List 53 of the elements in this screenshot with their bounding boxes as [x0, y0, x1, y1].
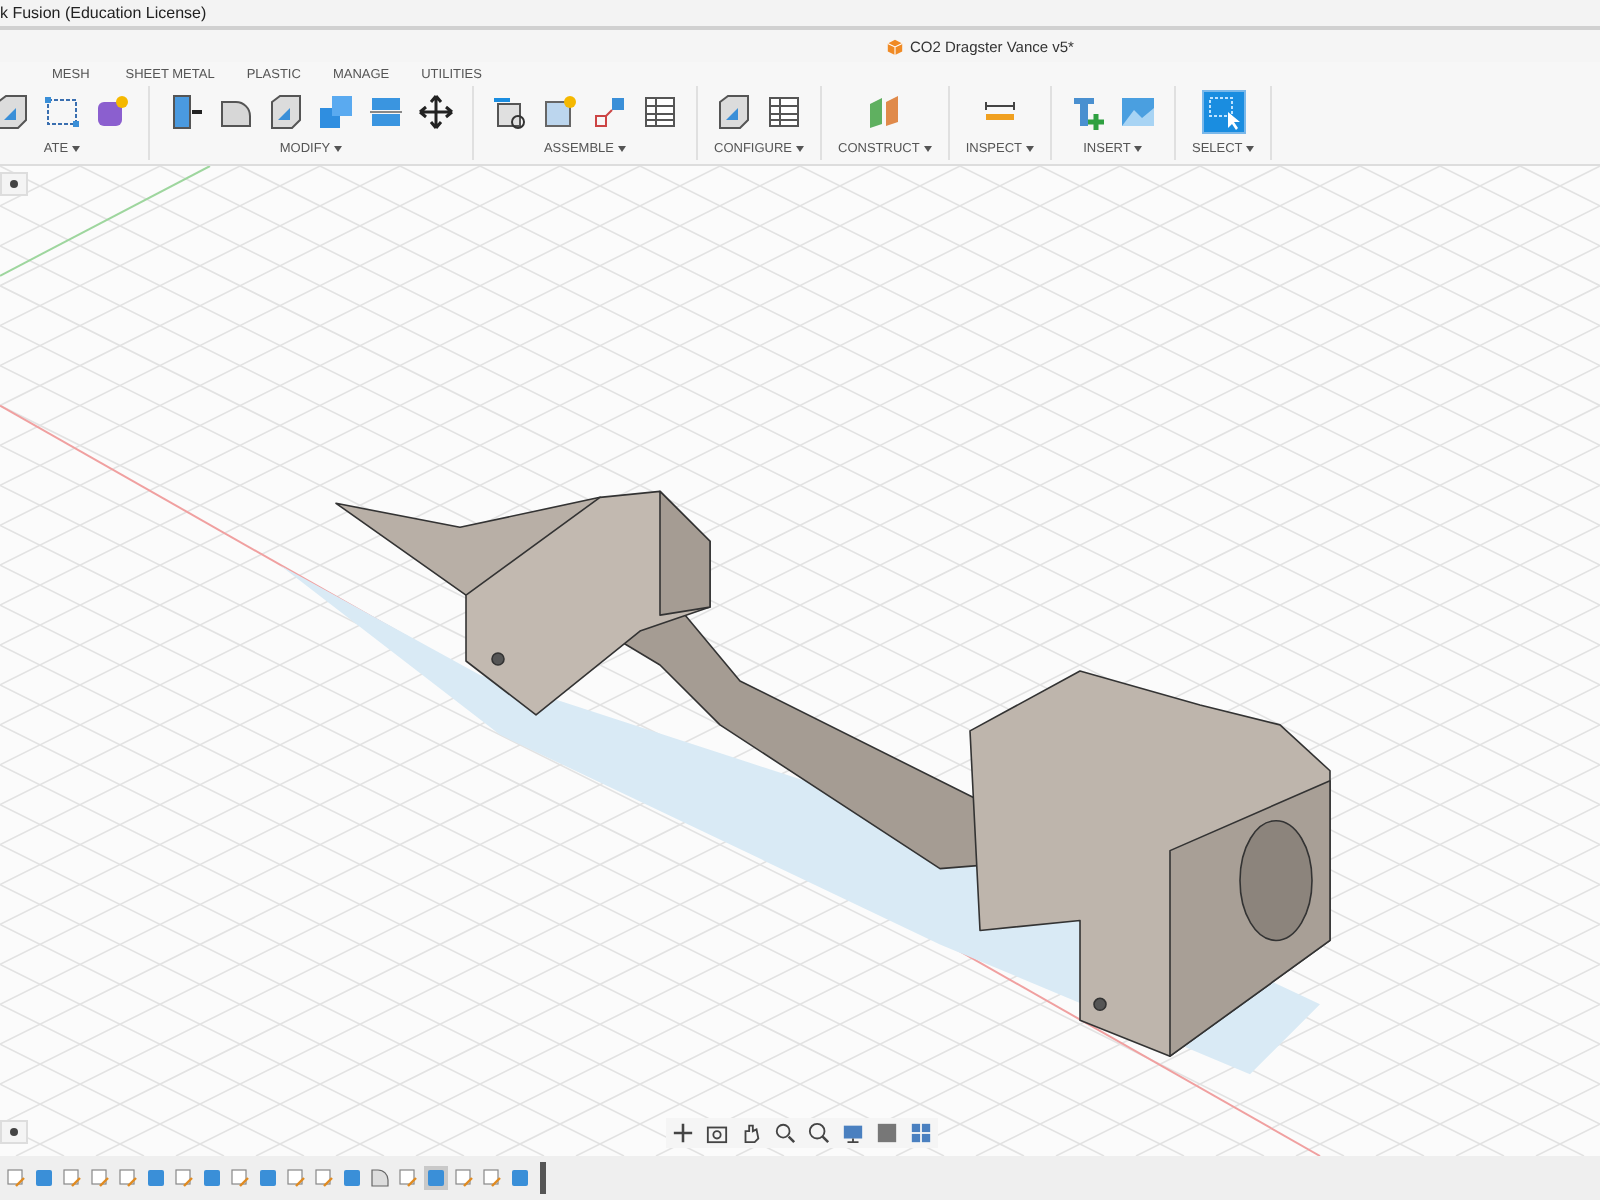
layers-icon[interactable]: [366, 92, 406, 132]
body-feature-icon[interactable]: [144, 1166, 168, 1190]
sketch-feature-icon[interactable]: [228, 1166, 252, 1190]
sketch-feature-icon[interactable]: [116, 1166, 140, 1190]
timeline-marker-icon[interactable]: [540, 1162, 546, 1194]
cube-icon[interactable]: [714, 92, 754, 132]
box-icon[interactable]: [0, 92, 32, 132]
caret-icon: [1025, 146, 1034, 152]
sketch-feature-icon[interactable]: [60, 1166, 84, 1190]
sketch-feature-icon[interactable]: [312, 1166, 336, 1190]
sketch-feature-icon[interactable]: [284, 1166, 308, 1190]
body-feature-icon[interactable]: [508, 1166, 532, 1190]
hand-icon[interactable]: [740, 1122, 762, 1144]
select-icon[interactable]: [1203, 92, 1244, 132]
link-icon[interactable]: [590, 92, 630, 132]
body-feature-icon[interactable]: [256, 1166, 280, 1190]
sketch-feature-icon[interactable]: [480, 1166, 504, 1190]
settings-button[interactable]: [0, 1120, 28, 1144]
caret-icon: [618, 146, 627, 152]
window-title: k Fusion (Education License): [0, 4, 207, 22]
joint-icon[interactable]: [490, 92, 530, 132]
camera-icon[interactable]: [706, 1122, 728, 1144]
sketch-feature-icon[interactable]: [452, 1166, 476, 1190]
zoom-fit-icon[interactable]: [808, 1122, 830, 1144]
sketch-feature-icon[interactable]: [4, 1166, 28, 1190]
caret-icon: [1246, 146, 1255, 152]
caret-icon: [1134, 146, 1143, 152]
table-icon[interactable]: [764, 92, 804, 132]
move-icon[interactable]: [416, 92, 456, 132]
fillet-feature-icon[interactable]: [368, 1166, 392, 1190]
form-icon[interactable]: [92, 92, 132, 132]
sketch-feature-icon[interactable]: [88, 1166, 112, 1190]
body-feature-icon[interactable]: [340, 1166, 364, 1190]
settings-button[interactable]: [0, 172, 28, 196]
cube-icon: [886, 37, 904, 55]
caret-icon: [334, 146, 343, 152]
display-icon[interactable]: [842, 1122, 864, 1144]
zoom-icon[interactable]: [774, 1122, 796, 1144]
body-feature-icon[interactable]: [32, 1166, 56, 1190]
sketch-icon[interactable]: [42, 92, 82, 132]
caret-icon: [72, 146, 81, 152]
component-icon[interactable]: [540, 92, 580, 132]
body-feature-icon[interactable]: [424, 1166, 448, 1190]
body-feature-icon[interactable]: [200, 1166, 224, 1190]
orbit-icon[interactable]: [672, 1122, 694, 1144]
caret-icon: [923, 146, 932, 152]
viewports-icon[interactable]: [910, 1122, 932, 1144]
table-icon[interactable]: [640, 92, 680, 132]
sketch-feature-icon[interactable]: [172, 1166, 196, 1190]
caret-icon: [796, 146, 804, 152]
image-icon[interactable]: [1117, 92, 1158, 132]
combine-icon[interactable]: [316, 92, 356, 132]
sketch-feature-icon[interactable]: [396, 1166, 420, 1190]
